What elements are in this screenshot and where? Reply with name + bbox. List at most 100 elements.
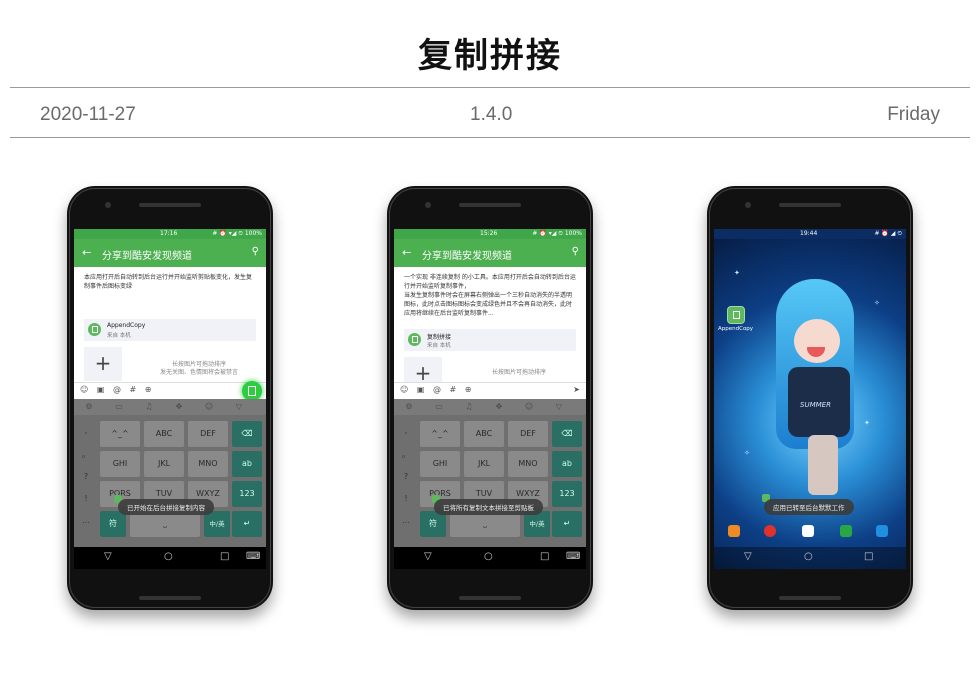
- dock-app-icon[interactable]: [728, 525, 740, 537]
- nav-back-icon[interactable]: ▽: [104, 551, 112, 562]
- nav-home-icon[interactable]: ○: [484, 551, 493, 562]
- at-icon[interactable]: @: [113, 385, 121, 394]
- enter-key[interactable]: ↵: [232, 511, 262, 537]
- enter-key[interactable]: ↵: [552, 511, 582, 537]
- phone-screenshot-1: 17:16 # ⏰ ▾◢ ⏲ 100% ← 分享到酷安发现频道 ⚲ 本应用打开后…: [67, 186, 273, 610]
- toast-message: 已开始在后台拼接复制内容: [118, 499, 214, 515]
- hashtag-icon[interactable]: #: [130, 385, 137, 394]
- app-bar: ← 分享到酷安发现频道 ⚲: [394, 239, 586, 267]
- emoji-icon[interactable]: ☺: [400, 385, 408, 394]
- top-speaker: [139, 203, 201, 207]
- copy-app-icon: [408, 333, 421, 346]
- key-exclaim[interactable]: !: [396, 489, 416, 509]
- image-icon[interactable]: ▣: [417, 385, 425, 394]
- nav-recent-icon[interactable]: □: [220, 551, 229, 562]
- post-text[interactable]: 一个实现 非连续复制 的小工具。本应用打开后会自动转到后台运行并开始监听复制事件…: [394, 267, 586, 318]
- play-store-icon[interactable]: [802, 525, 814, 537]
- key-period[interactable]: 。: [76, 445, 96, 465]
- language-key[interactable]: 中/英: [204, 511, 230, 537]
- ab-key[interactable]: ab: [232, 451, 262, 477]
- floating-copy-icon[interactable]: [242, 381, 262, 401]
- key[interactable]: ABC: [144, 421, 184, 447]
- status-bar: 19:44 # ⏰ ◢ ⏲: [714, 229, 906, 239]
- key[interactable]: MNO: [508, 451, 548, 477]
- plus-icon[interactable]: ⊕: [145, 385, 152, 394]
- toast-message: 应用已转至后台默默工作: [764, 499, 854, 515]
- image-hint: 长按图片可拖动排序 发无关图、色情图将会被禁言: [159, 361, 238, 376]
- nav-keyboard-icon[interactable]: ⌨: [246, 551, 260, 562]
- key[interactable]: GHI: [420, 451, 460, 477]
- emoji-icon[interactable]: ☺: [80, 385, 88, 394]
- nav-recent-icon[interactable]: □: [540, 551, 549, 562]
- symbol-key[interactable]: 符: [100, 511, 126, 537]
- key-exclaim[interactable]: !: [76, 489, 96, 509]
- back-arrow-icon[interactable]: ←: [402, 246, 411, 259]
- nav-home-icon[interactable]: ○: [804, 551, 813, 562]
- dock-app-icon[interactable]: [840, 525, 852, 537]
- front-camera: [105, 202, 111, 208]
- dock-app-icon[interactable]: [764, 525, 776, 537]
- key[interactable]: ^_^: [100, 421, 140, 447]
- image-icon[interactable]: ▣: [97, 385, 105, 394]
- page-title: 复制拼接: [418, 36, 562, 76]
- top-speaker: [779, 203, 841, 207]
- backspace-key[interactable]: ⌫: [552, 421, 582, 447]
- card-source: 来自 本机: [107, 333, 131, 339]
- key[interactable]: MNO: [188, 451, 228, 477]
- nav-keyboard-icon[interactable]: ⌨: [566, 551, 580, 562]
- status-time: 19:44: [800, 230, 818, 237]
- send-icon[interactable]: ➤: [573, 385, 580, 394]
- key-question[interactable]: ?: [76, 467, 96, 487]
- search-icon[interactable]: ⚲: [252, 246, 259, 257]
- keyboard-toolbar: ⚙ ▭ ♫ ✥ ☺ ▽: [394, 399, 586, 415]
- key-comma[interactable]: ,: [396, 419, 416, 443]
- bottom-speaker: [779, 596, 841, 600]
- status-time: 15:26: [480, 230, 498, 237]
- key-ellipsis[interactable]: ...: [396, 511, 416, 531]
- nav-bar: ▽ ○ □: [714, 547, 906, 569]
- nav-back-icon[interactable]: ▽: [744, 551, 752, 562]
- phone-screenshot-3: 19:44 # ⏰ ◢ ⏲ ✦ ✧ ✦ ✧ SUMMER AppendCopy …: [707, 186, 913, 610]
- search-icon[interactable]: ⚲: [572, 246, 579, 257]
- key-period[interactable]: 。: [396, 445, 416, 465]
- appendcopy-app-icon[interactable]: [727, 306, 745, 324]
- status-bar: 15:26 # ⏰ ▾◢ ⏲ 100%: [394, 229, 586, 239]
- card-app-name: 复制拼接: [427, 334, 452, 341]
- at-icon[interactable]: @: [433, 385, 441, 394]
- key[interactable]: GHI: [100, 451, 140, 477]
- nav-back-icon[interactable]: ▽: [424, 551, 432, 562]
- dock-app-icon[interactable]: [876, 525, 888, 537]
- post-text[interactable]: 本应用打开后自动转到后台运行并开始监听剪贴板变化，发生复制事件后图标变绿: [74, 267, 266, 291]
- nav-bar: ▽ ○ □ ⌨: [74, 547, 266, 569]
- bottom-speaker: [139, 596, 201, 600]
- add-image-button[interactable]: +: [84, 347, 122, 381]
- key[interactable]: ^_^: [420, 421, 460, 447]
- status-icons: # ⏰ ▾◢ ⏲ 100%: [532, 230, 582, 237]
- key-question[interactable]: ?: [396, 467, 416, 487]
- keyboard-toolbar: ⚙ ▭ ♫ ✥ ☺ ▽: [74, 399, 266, 415]
- backspace-key[interactable]: ⌫: [232, 421, 262, 447]
- shared-app-card[interactable]: AppendCopy 来自 本机: [84, 319, 256, 341]
- number-key[interactable]: 123: [552, 481, 582, 507]
- toast-message: 已将所有复制文本拼接至剪贴板: [434, 499, 543, 515]
- nav-recent-icon[interactable]: □: [864, 551, 873, 562]
- ab-key[interactable]: ab: [552, 451, 582, 477]
- key[interactable]: JKL: [464, 451, 504, 477]
- plus-icon[interactable]: ⊕: [465, 385, 472, 394]
- nav-home-icon[interactable]: ○: [164, 551, 173, 562]
- number-key[interactable]: 123: [232, 481, 262, 507]
- status-time: 17:16: [160, 230, 178, 237]
- key-ellipsis[interactable]: ...: [76, 511, 96, 531]
- hashtag-icon[interactable]: #: [450, 385, 457, 394]
- back-arrow-icon[interactable]: ←: [82, 246, 91, 259]
- release-day: Friday: [887, 104, 940, 125]
- add-image-button[interactable]: +: [404, 357, 442, 385]
- key-comma[interactable]: ,: [76, 419, 96, 443]
- key[interactable]: ABC: [464, 421, 504, 447]
- shared-app-card[interactable]: 复制拼接 来自 本机: [404, 329, 576, 351]
- card-source: 来自 本机: [427, 343, 451, 349]
- key[interactable]: DEF: [188, 421, 228, 447]
- key[interactable]: JKL: [144, 451, 184, 477]
- phone-screen: 15:26 # ⏰ ▾◢ ⏲ 100% ← 分享到酷安发现频道 ⚲ 一个实现 非…: [394, 229, 586, 569]
- key[interactable]: DEF: [508, 421, 548, 447]
